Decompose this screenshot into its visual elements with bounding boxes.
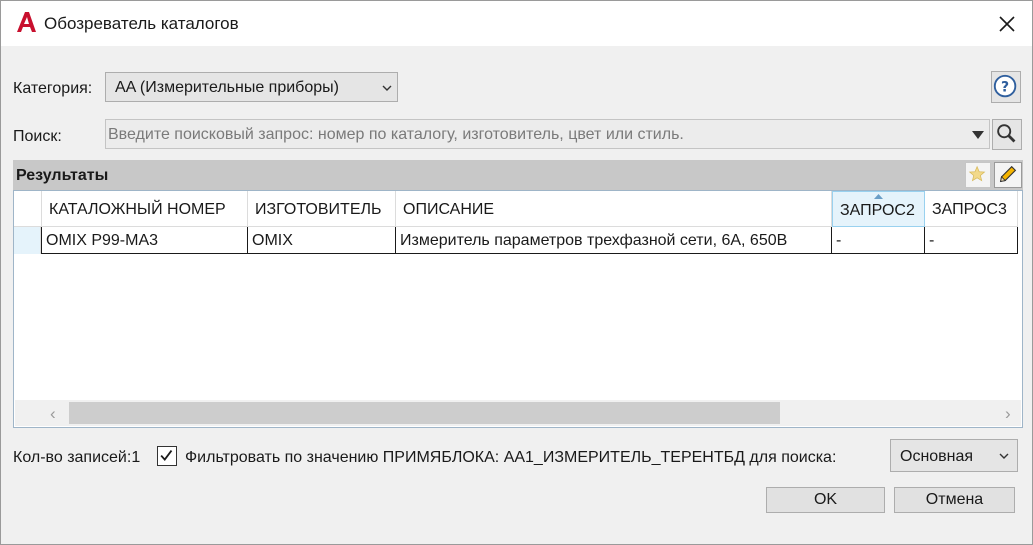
- category-dropdown[interactable]: AA (Измерительные приборы): [105, 72, 398, 102]
- favorites-button[interactable]: [965, 162, 991, 188]
- sort-ascending-icon: [874, 194, 883, 199]
- checkmark-icon: [160, 450, 173, 462]
- cancel-button[interactable]: Отмена: [894, 487, 1015, 513]
- chevron-down-icon: [382, 85, 392, 91]
- column-header-query3[interactable]: ЗАПРОС3: [925, 191, 1018, 227]
- magnifier-icon: [997, 124, 1016, 143]
- scroll-right-icon[interactable]: ›: [1005, 404, 1011, 424]
- catalog-browser-dialog: Обозреватель каталогов Категория: AA (Из…: [0, 0, 1033, 545]
- database-dropdown[interactable]: Основная: [890, 439, 1018, 472]
- search-input[interactable]: Введите поисковый запрос: номер по катал…: [105, 119, 990, 149]
- close-icon[interactable]: [991, 9, 1023, 39]
- table-cell[interactable]: -: [925, 227, 1018, 254]
- scroll-left-icon[interactable]: ‹: [50, 404, 56, 424]
- database-value: Основная: [900, 448, 974, 465]
- search-button[interactable]: [992, 119, 1022, 150]
- row-header-corner: [14, 191, 42, 227]
- window-title: Обозреватель каталогов: [44, 14, 239, 33]
- help-button[interactable]: ?: [991, 71, 1021, 103]
- ok-button[interactable]: OK: [766, 487, 885, 513]
- table-cell[interactable]: OMIX P99-MA3: [41, 227, 248, 254]
- star-icon: [968, 165, 986, 182]
- results-header: Результаты: [13, 160, 1023, 190]
- horizontal-scrollbar[interactable]: ‹ ›: [15, 400, 1021, 426]
- title-bar: Обозреватель каталогов: [1, 1, 1032, 46]
- record-count-label: Кол-во записей:1: [13, 449, 141, 466]
- category-label: Категория:: [13, 80, 93, 97]
- search-placeholder: Введите поисковый запрос: номер по катал…: [108, 126, 684, 143]
- autocad-logo-icon: [17, 12, 36, 32]
- search-dropdown-icon[interactable]: [972, 131, 984, 139]
- column-header-catalog-number[interactable]: КАТАЛОЖНЫЙ НОМЕР: [42, 191, 248, 227]
- edit-button[interactable]: [994, 162, 1022, 188]
- category-value: AA (Измерительные приборы): [115, 79, 339, 96]
- chevron-down-icon: [999, 453, 1009, 459]
- column-header-manufacturer[interactable]: ИЗГОТОВИТЕЛЬ: [248, 191, 396, 227]
- table-cell[interactable]: OMIX: [248, 227, 396, 254]
- pencil-icon: [999, 165, 1017, 183]
- column-header-query2[interactable]: ЗАПРОС2: [832, 191, 925, 227]
- search-label: Поиск:: [13, 128, 62, 145]
- table-cell[interactable]: Измеритель параметров трехфазной сети, 6…: [396, 227, 832, 254]
- table-cell[interactable]: -: [832, 227, 925, 254]
- scrollbar-thumb[interactable]: [69, 402, 780, 424]
- filter-checkbox[interactable]: [157, 446, 177, 466]
- results-grid: КАТАЛОЖНЫЙ НОМЕР ИЗГОТОВИТЕЛЬ ОПИСАНИЕ З…: [13, 190, 1023, 428]
- help-icon: ?: [993, 74, 1017, 98]
- results-title: Результаты: [16, 167, 109, 184]
- svg-text:?: ?: [1001, 80, 1009, 96]
- row-selector[interactable]: [14, 227, 41, 254]
- column-header-description[interactable]: ОПИСАНИЕ: [396, 191, 832, 227]
- filter-label: Фильтровать по значению ПРИМЯБЛОКА: AA1_…: [185, 449, 837, 466]
